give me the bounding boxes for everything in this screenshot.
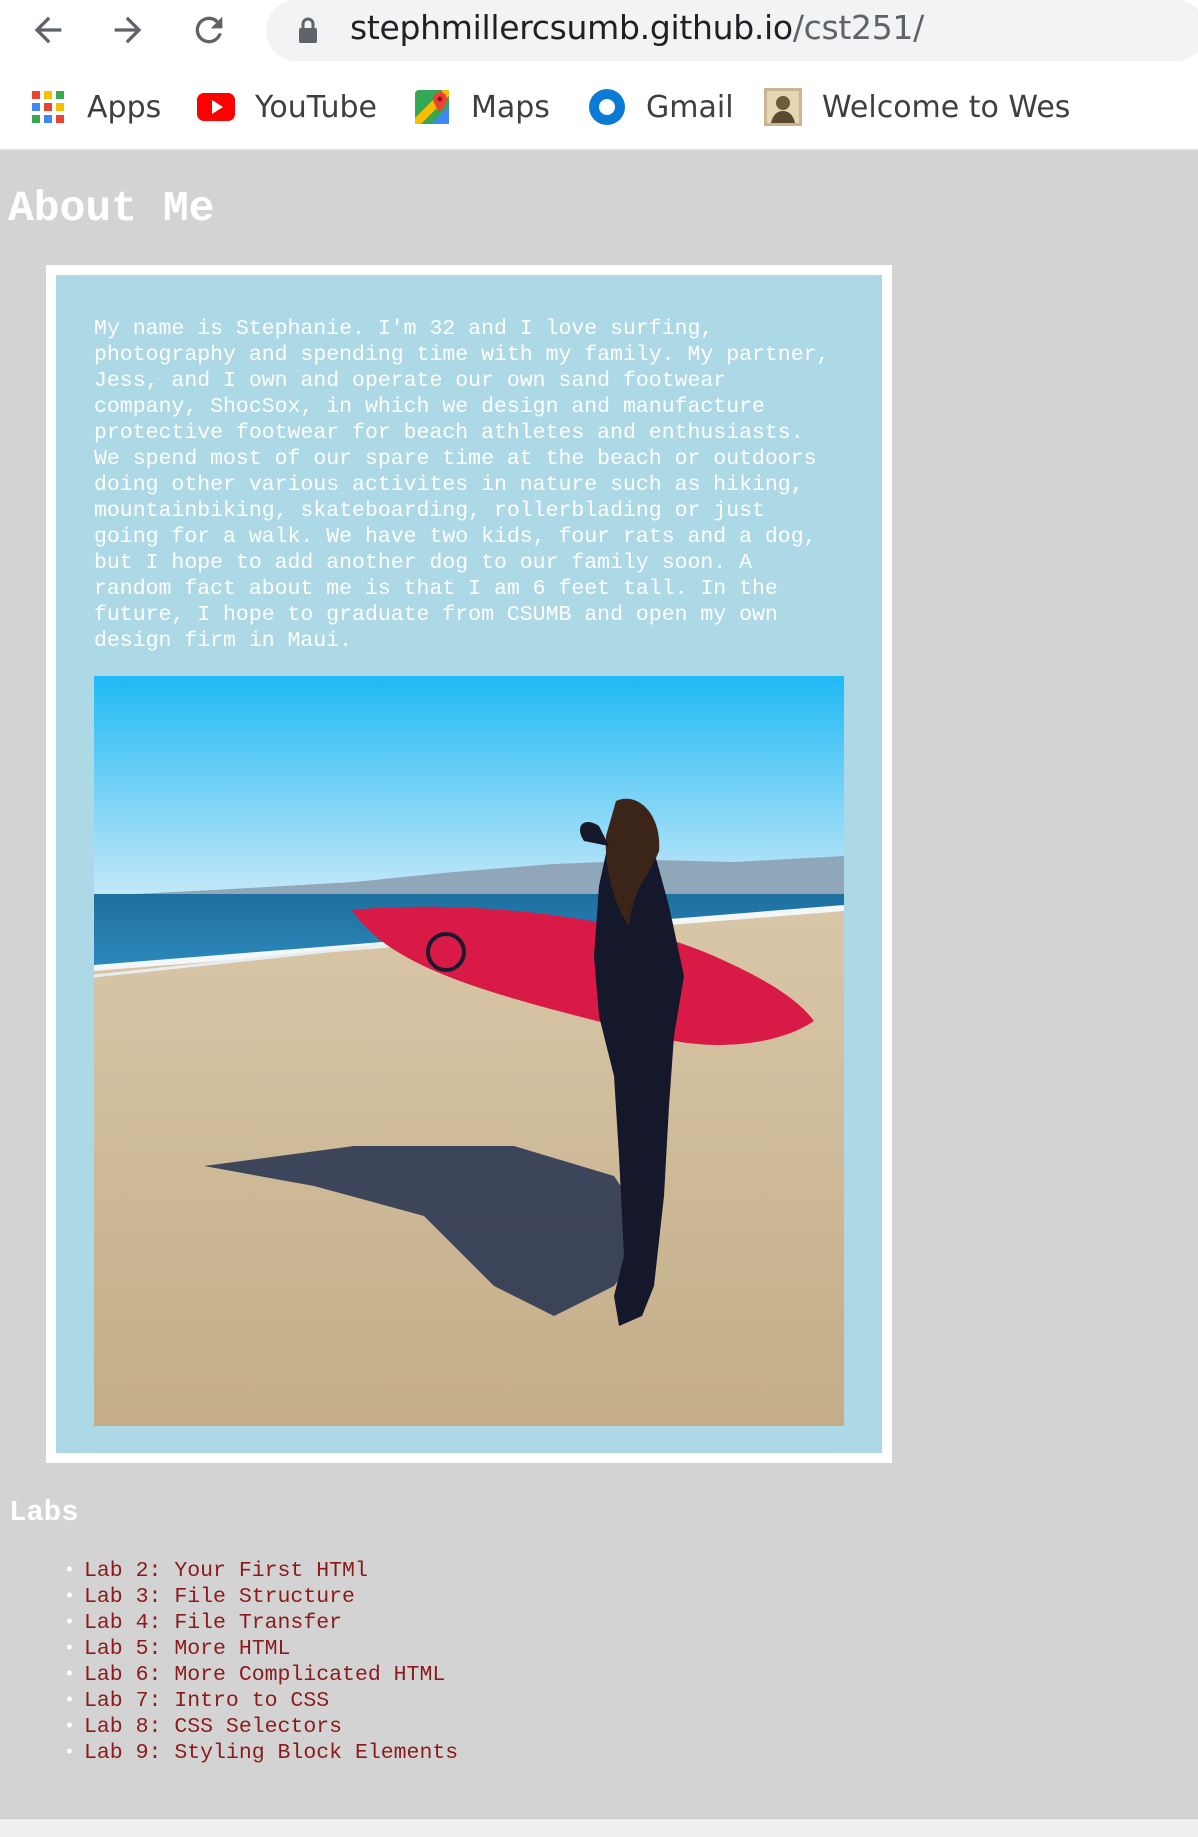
bookmark-gmail[interactable]: Gmail [588,83,734,131]
bullet-icon: • [64,1717,75,1737]
list-item: • Lab 3: File Structure [62,1584,458,1610]
url-host: stephmillercsumb.github.io [350,8,793,47]
lab-link[interactable]: Lab 5: More HTML [84,1637,290,1661]
bookmark-label: Apps [87,89,162,125]
lab-link[interactable]: Lab 3: File Structure [84,1585,355,1609]
lab-link[interactable]: Lab 8: CSS Selectors [84,1715,342,1739]
bookmark-apps[interactable]: Apps [29,83,161,131]
browser-toolbar: stephmillercsumb.github.io/cst251/ [0,0,1198,63]
list-item: • Lab 4: File Transfer [62,1610,458,1636]
bio-paragraph: My name is Stephanie. I'm 32 and I love … [94,317,830,653]
reload-button[interactable] [185,6,233,54]
url-path: /cst251/ [792,8,924,47]
list-item: • Lab 8: CSS Selectors [62,1714,458,1740]
list-item: • Lab 2: Your First HTMl [62,1558,458,1584]
lab-link[interactable]: Lab 4: File Transfer [84,1611,342,1635]
forward-button[interactable] [104,6,152,54]
bullet-icon: • [64,1561,75,1581]
lab-link[interactable]: Lab 7: Intro to CSS [84,1689,329,1713]
list-item: • Lab 6: More Complicated HTML [62,1662,458,1688]
labs-list: • Lab 2: Your First HTMl • Lab 3: File Str… [62,1558,458,1766]
site-favicon-icon [764,88,802,126]
list-item: • Lab 9: Styling Block Elements [62,1740,458,1766]
back-arrow-icon [34,16,62,44]
reload-icon [195,16,223,44]
gmail-icon [588,88,626,126]
bookmark-label: Gmail [646,89,734,125]
surfer-photo [94,676,844,1426]
lock-icon [299,17,317,43]
forward-arrow-icon [114,16,142,44]
list-item: • Lab 7: Intro to CSS [62,1688,458,1714]
lab-link[interactable]: Lab 6: More Complicated HTML [84,1663,445,1687]
bullet-icon: • [64,1587,75,1607]
bottom-edge [0,1818,1198,1837]
bookmark-label: Maps [471,89,550,125]
about-card: My name is Stephanie. I'm 32 and I love … [46,265,892,1463]
bullet-icon: • [64,1691,75,1711]
bullet-icon: • [64,1639,75,1659]
bookmark-youtube[interactable]: YouTube [197,83,377,131]
labs-heading: Labs [9,1496,79,1529]
bullet-icon: • [64,1743,75,1763]
bookmark-label: YouTube [255,89,377,125]
page-title: About Me [8,184,215,233]
lab-link[interactable]: Lab 9: Styling Block Elements [84,1741,458,1765]
surfer-illustration [94,676,844,1426]
bullet-icon: • [64,1665,75,1685]
bookmark-welcome-to-wes[interactable]: Welcome to Wes [764,83,1070,131]
bookmark-maps[interactable]: Maps [413,83,550,131]
bookmarks-bar: Apps YouTube Maps Gmail Welcome to Wes [0,63,1198,151]
youtube-icon [197,88,235,126]
about-card-inner: My name is Stephanie. I'm 32 and I love … [56,275,882,1453]
apps-grid-icon [29,88,67,126]
url-text: stephmillercsumb.github.io/cst251/ [350,8,924,47]
list-item: • Lab 5: More HTML [62,1636,458,1662]
maps-icon [413,88,451,126]
bookmark-label: Welcome to Wes [822,89,1071,125]
bullet-icon: • [64,1613,75,1633]
back-button[interactable] [24,6,72,54]
lab-link[interactable]: Lab 2: Your First HTMl [84,1559,368,1583]
address-bar[interactable]: stephmillercsumb.github.io/cst251/ [266,0,1198,61]
